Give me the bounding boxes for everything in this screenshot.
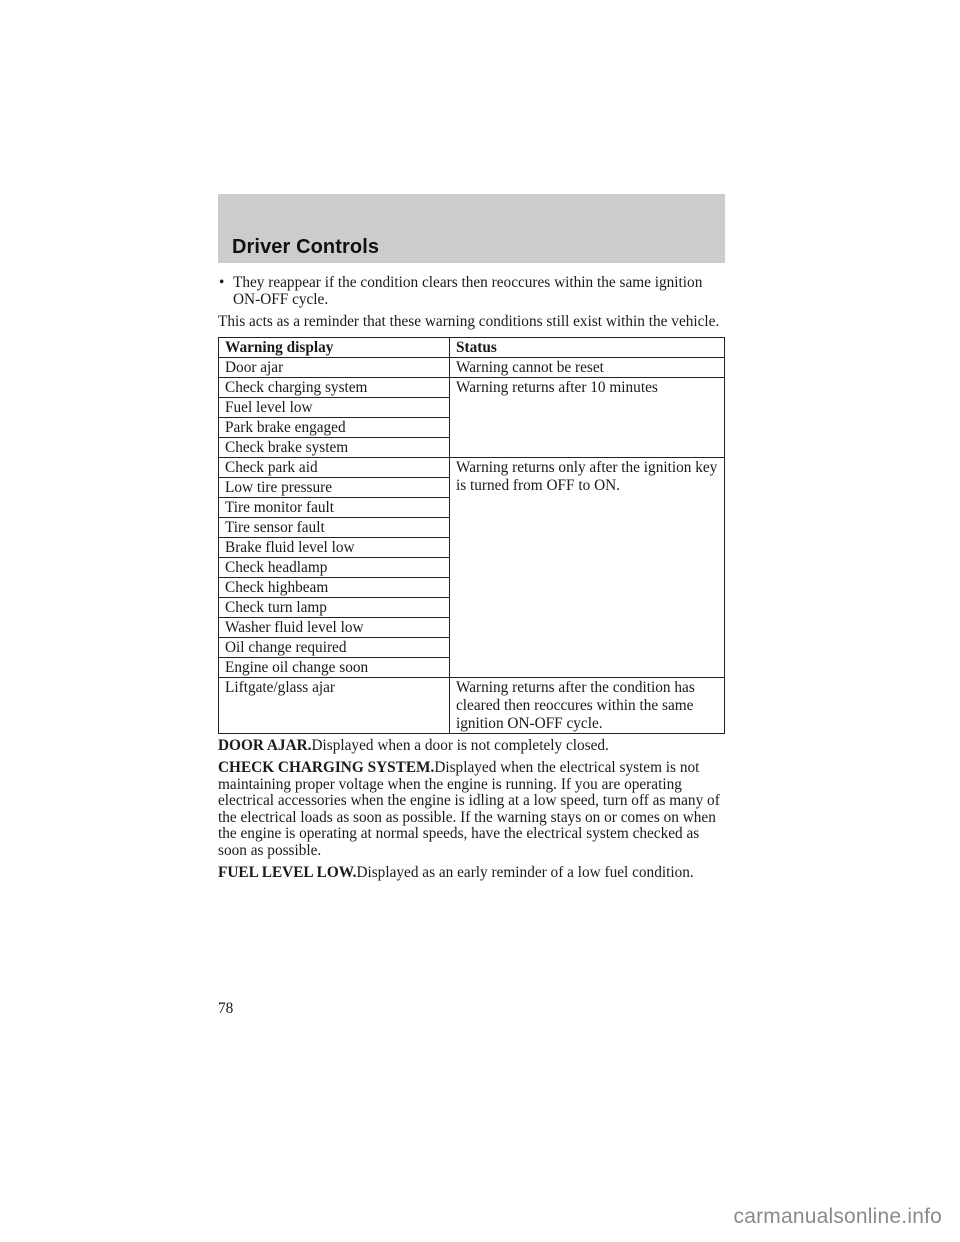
- watermark: carmanualsonline.info: [733, 1205, 942, 1228]
- status-cell: Warning cannot be reset: [449, 356, 725, 378]
- warning-display-cell: Engine oil change soon: [218, 656, 450, 678]
- page-content: • They reappear if the condition clears …: [218, 274, 728, 888]
- intro-paragraph: This acts as a reminder that these warni…: [218, 313, 720, 330]
- bullet-item: • They reappear if the condition clears …: [218, 274, 728, 308]
- description-paragraph: FUEL LEVEL LOW.Displayed as an early rem…: [218, 864, 728, 882]
- table-row: Check park aid Warning returns only after…: [218, 456, 725, 678]
- status-cell: Warning returns only after the ignition …: [449, 456, 725, 678]
- warning-display-cell: Brake fluid level low: [218, 536, 450, 558]
- description-paragraph: CHECK CHARGING SYSTEM.Displayed when the…: [218, 759, 728, 859]
- warning-display-cell: Park brake engaged: [218, 416, 450, 438]
- warning-display-cell: Check charging system: [218, 376, 450, 398]
- warning-display-cell: Door ajar: [218, 356, 450, 378]
- table-row: Check charging system Warning returns aft…: [218, 376, 725, 458]
- description-heading: FUEL LEVEL LOW.: [218, 864, 357, 881]
- description-text: Displayed as an early reminder of a low …: [356, 864, 694, 881]
- column-header-warning: Warning display: [218, 336, 450, 358]
- descriptions: DOOR AJAR.Displayed when a door is not c…: [218, 736, 728, 882]
- warning-display-cell: Check turn lamp: [218, 596, 450, 618]
- table-row: Liftgate/glass ajar Warning returns after…: [218, 676, 725, 734]
- warning-display-cell: Liftgate/glass ajar: [218, 676, 450, 734]
- page-number: 78: [218, 1000, 234, 1017]
- section-header: Driver Controls: [218, 194, 725, 263]
- bullet-icon: •: [219, 274, 225, 291]
- warning-display-cell: Tire monitor fault: [218, 496, 450, 518]
- bullet-text: They reappear if the condition clears th…: [233, 274, 703, 308]
- description-text: Displayed when a door is not completely …: [311, 736, 609, 754]
- table-header-row: Warning display Status: [218, 336, 725, 358]
- warning-display-cell: Tire sensor fault: [218, 516, 450, 538]
- warning-display-cell: Low tire pressure: [218, 476, 450, 498]
- description-heading: DOOR AJAR.: [218, 736, 312, 754]
- description-paragraph: DOOR AJAR.Displayed when a door is not c…: [218, 736, 728, 755]
- warning-display-cell: Oil change required: [218, 636, 450, 658]
- status-cell: Warning returns after 10 minutes: [449, 376, 725, 458]
- table-body: Door ajar Warning cannot be reset Check ch…: [218, 356, 725, 734]
- status-cell: Warning returns after the condition has …: [449, 676, 725, 734]
- warning-display-cell: Check highbeam: [218, 576, 450, 598]
- warning-display-cell: Washer fluid level low: [218, 616, 450, 638]
- warning-display-cell: Check park aid: [218, 456, 450, 478]
- table-row: Door ajar Warning cannot be reset: [218, 356, 725, 378]
- description-heading: CHECK CHARGING SYSTEM.: [218, 759, 435, 776]
- warning-display-cell: Check headlamp: [218, 556, 450, 578]
- section-title: Driver Controls: [232, 236, 380, 258]
- column-header-status: Status: [449, 336, 725, 358]
- warning-display-cell: Check brake system: [218, 436, 450, 458]
- warning-table: Warning display Status Door ajar Warning …: [218, 336, 725, 734]
- warning-display-cell: Fuel level low: [218, 396, 450, 418]
